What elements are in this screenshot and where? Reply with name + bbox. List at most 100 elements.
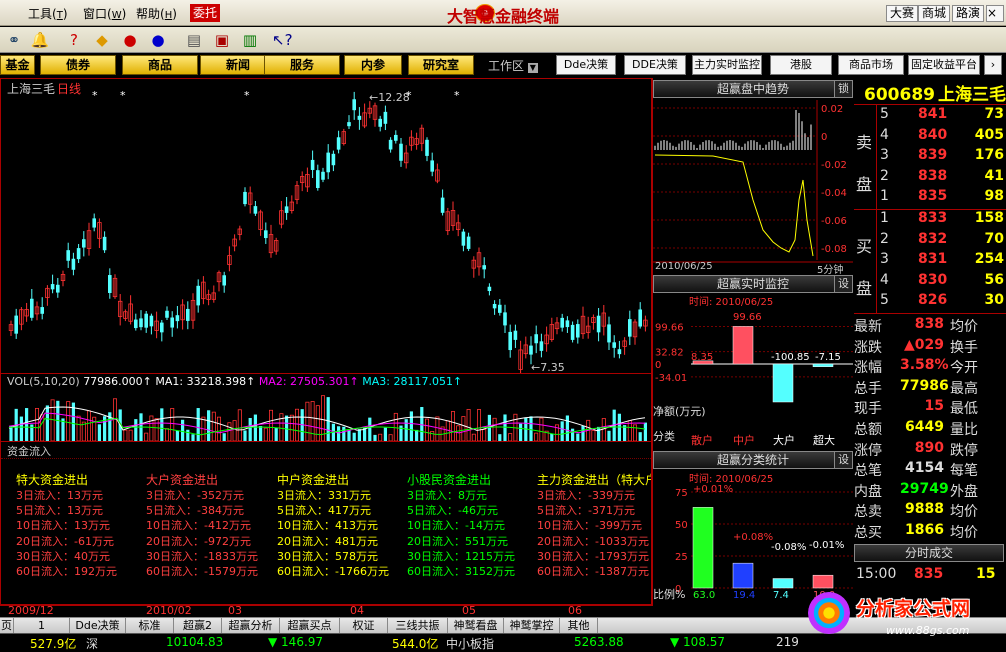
monitor-value-label: -100.85 (771, 352, 810, 363)
time-tick: 06 (568, 604, 582, 617)
high-price-label: ←12.28 (369, 91, 410, 104)
volume-bar (415, 429, 419, 441)
bottom-tab[interactable]: 超赢买点 (280, 618, 340, 634)
inflow-row: 10日流入：13万元 (16, 519, 110, 533)
bottom-tab[interactable]: 其他 (560, 618, 598, 634)
monitor-axis-label: 净额(万元) (653, 405, 706, 418)
blue-ball-icon[interactable]: ● (148, 30, 168, 50)
commodity-market-button[interactable]: 商品市场 (838, 55, 904, 75)
ask-row[interactable]: 4 840 405 (854, 127, 1004, 148)
candle-body (394, 134, 398, 141)
monitor-settings-button[interactable]: 设 (834, 276, 852, 292)
candle-body (196, 285, 200, 306)
folder-icon[interactable]: ▤ (184, 30, 204, 50)
layout-icon[interactable]: ▣ (212, 30, 232, 50)
workzone-label[interactable]: 工作区 ▼ (488, 57, 538, 74)
bottom-tab[interactable]: Dde决策 (70, 618, 126, 634)
bid-row[interactable]: 1 833 158 (854, 210, 1004, 231)
volume-bar (237, 409, 242, 441)
time-axis: 2009/12 2010/02 03 04 05 06 (0, 604, 652, 617)
bottom-tab[interactable]: 1 (14, 618, 70, 634)
bid-row[interactable]: 3 831 254 (854, 251, 1004, 272)
dde-decision2-button[interactable]: DDE决策 (624, 55, 686, 75)
insider-button[interactable]: 内参 (344, 55, 402, 75)
time-tick: 05 (462, 604, 476, 617)
classify-bar (732, 562, 754, 589)
stat-right-label: 量比 (950, 422, 978, 438)
fund-button[interactable]: 基金 (0, 55, 35, 75)
inflow-row: 3日流入：8万元 (407, 489, 487, 502)
contest-button[interactable]: 大赛 (886, 5, 919, 22)
tick-panel-title[interactable]: 分时成交 (854, 544, 1004, 562)
bars-icon[interactable]: ▥ (240, 30, 260, 50)
ask-row[interactable]: 1 835 98 (854, 188, 1004, 209)
roadshow-button[interactable]: 路演 (952, 5, 985, 22)
lock-button[interactable]: 锁 (834, 81, 852, 97)
research-button[interactable]: 研究室 (408, 55, 474, 75)
volume-bar (248, 417, 252, 441)
trend-chart[interactable]: 0.02 0 -0.02 -0.04 -0.06 -0.08 (653, 100, 853, 276)
bottom-tab[interactable]: 超赢2 (174, 618, 222, 634)
scroll-right-icon[interactable]: › (984, 55, 1002, 75)
volume-bar (160, 408, 164, 441)
whats-this-icon[interactable]: ↖? (272, 30, 293, 50)
diamond-icon[interactable]: ◆ (92, 30, 112, 50)
ask-row[interactable]: 5 841 73 (854, 106, 1004, 127)
volume-bar (315, 405, 320, 441)
bottom-tab[interactable]: 神鹫看盘 (448, 618, 504, 634)
close-icon[interactable]: × (986, 5, 1004, 22)
fixed-income-button[interactable]: 固定收益平台 (908, 55, 980, 75)
inflow-col-mid: 中户资金进出 3日流入：331万元 5日流入：417万元 10日流入：413万元 20日… (277, 472, 389, 579)
volume-bar (435, 416, 440, 441)
volume-bar (123, 429, 128, 441)
candle-body (331, 153, 336, 166)
monitor-bar (812, 363, 834, 367)
bottom-tab[interactable]: 标准 (126, 618, 174, 634)
volume-bar (601, 418, 606, 441)
candle-body (326, 152, 330, 173)
bid-row[interactable]: 5 826 30 (854, 292, 1004, 313)
binoculars-icon[interactable]: ⚭ (4, 30, 24, 50)
volume-chart[interactable] (1, 387, 651, 441)
level-number: 5 (880, 106, 889, 122)
monitor-chart[interactable]: 99.66 32.820 -34.01 8.35 99.66 -100.85 -7.15 (653, 306, 853, 418)
commodity-button[interactable]: 商品 (122, 55, 198, 75)
alarm-icon[interactable]: 🔔 (30, 30, 50, 50)
candle-body (565, 320, 570, 328)
volume-bar (207, 410, 211, 441)
bottom-tab[interactable]: 三线共振 (388, 618, 448, 634)
dde-decision-button[interactable]: Dde决策 (556, 55, 616, 75)
ask-row[interactable]: 3 839 176 (854, 147, 1004, 168)
service-button[interactable]: 服务 (264, 55, 340, 75)
ask-row[interactable]: 2 838 41 (854, 168, 1004, 189)
volume-bar (154, 418, 159, 441)
bottom-tab[interactable]: 权证 (340, 618, 388, 634)
event-marker: * (92, 89, 98, 102)
bid-row[interactable]: 4 830 56 (854, 272, 1004, 293)
candle-body (498, 304, 502, 313)
candle-body (165, 310, 169, 318)
stat-value: 15 (924, 398, 944, 415)
mall-button[interactable]: 商城 (918, 5, 951, 22)
classify-pct-label: -0.08% (771, 542, 806, 553)
hk-stock-button[interactable]: 港股 (770, 55, 832, 75)
main-force-monitor-button[interactable]: 主力实时监控 (692, 55, 762, 75)
bottom-tab[interactable]: 神鹫掌控 (504, 618, 560, 634)
bond-button[interactable]: 债券 (40, 55, 116, 75)
volume-bar (305, 401, 310, 441)
trend-panel-title: 超赢盘中趋势 锁 (653, 80, 853, 98)
candle-body (243, 191, 247, 205)
classify-settings-button[interactable]: 设 (834, 452, 852, 468)
sz-change: ▼ 146.97 (268, 635, 324, 649)
bottom-tab[interactable]: 页 (0, 618, 14, 634)
volume-bar (149, 415, 154, 441)
red-ball-icon[interactable]: ● (120, 30, 140, 50)
bid-row[interactable]: 2 832 70 (854, 231, 1004, 252)
bottom-tab[interactable]: 超赢分析 (222, 618, 280, 634)
level-price: 833 (918, 210, 948, 226)
help-book-icon[interactable]: ? (64, 30, 84, 50)
stat-label: 总手 (854, 380, 882, 397)
volume-bar (35, 407, 40, 441)
volume-bar (529, 416, 533, 441)
level-volume: 73 (984, 106, 1004, 122)
